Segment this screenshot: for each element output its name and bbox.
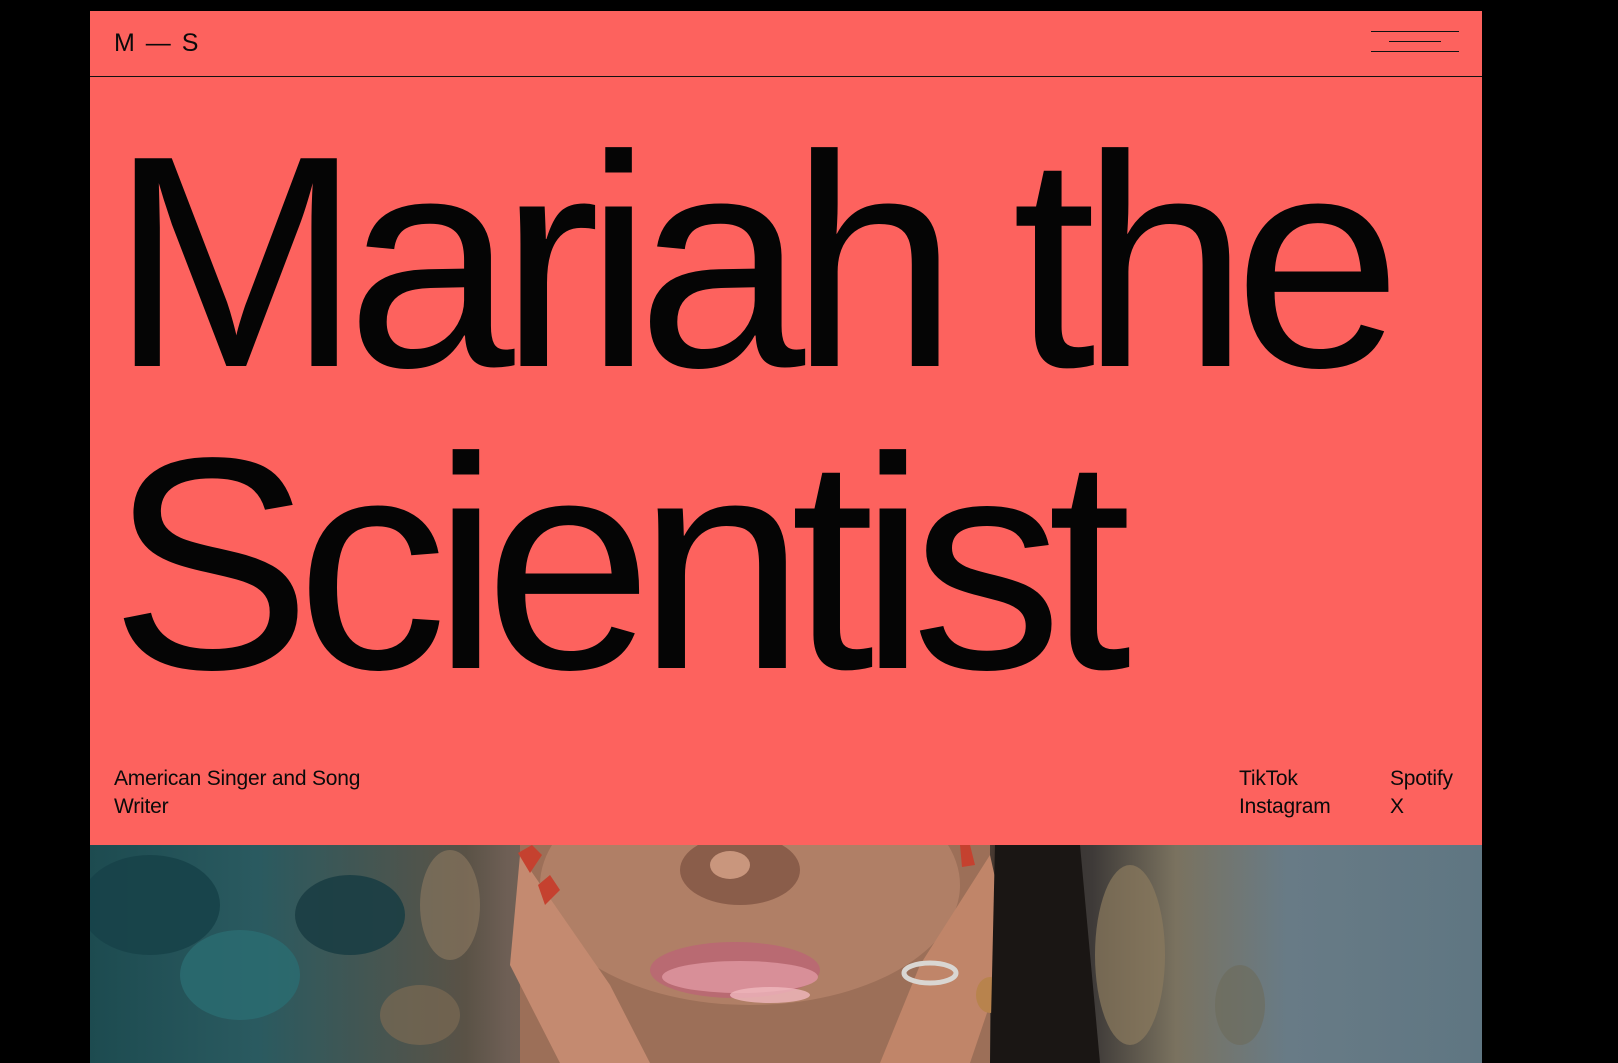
portrait-photo — [90, 845, 1482, 1063]
social-links-column-1: TikTok Instagram — [1239, 765, 1331, 821]
social-links-column-2: Spotify X — [1390, 765, 1453, 821]
hero-title: Mariah the Scientist — [110, 111, 1480, 715]
site-logo[interactable]: M — S — [114, 30, 200, 56]
x-link[interactable]: X — [1390, 793, 1453, 821]
tiktok-link[interactable]: TikTok — [1239, 765, 1331, 793]
portrait-illustration — [90, 845, 1265, 1063]
hamburger-menu-icon[interactable] — [1371, 31, 1459, 53]
hero-title-line-2: Scientist — [110, 395, 1131, 732]
top-navigation-bar: M — S — [90, 11, 1482, 77]
menu-line-middle — [1389, 41, 1441, 43]
artist-tagline: American Singer and Song Writer — [114, 767, 361, 818]
instagram-link[interactable]: Instagram — [1239, 793, 1331, 821]
menu-line-top — [1371, 31, 1459, 33]
page-panel: M — S Mariah the Scientist American Sing… — [90, 11, 1482, 1063]
hero-title-line-1: Mariah the — [110, 93, 1402, 430]
spotify-link[interactable]: Spotify — [1390, 765, 1453, 793]
menu-line-bottom — [1371, 51, 1459, 53]
